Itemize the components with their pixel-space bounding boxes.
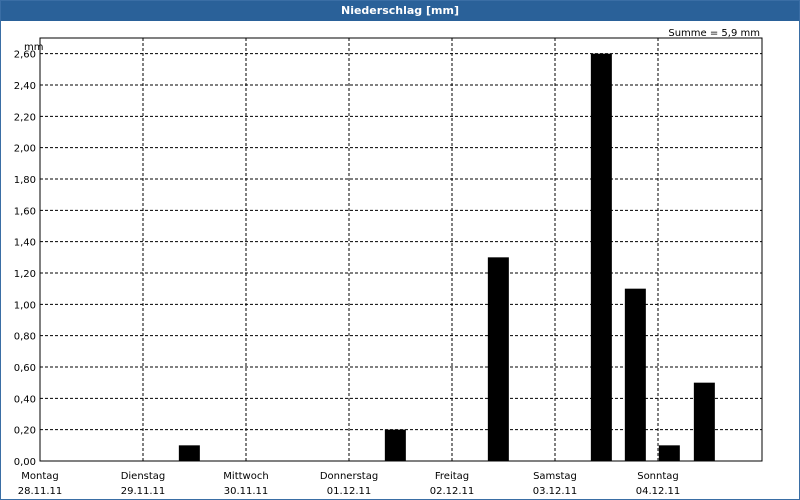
- y-tick-label: 1,60: [14, 206, 36, 217]
- y-tick-label: 1,00: [14, 300, 36, 311]
- bar: [178, 445, 200, 461]
- x-tick-day: Samstag: [533, 471, 577, 482]
- bar: [693, 382, 715, 461]
- y-tick-label: 0,00: [14, 457, 36, 468]
- x-tick-date: 04.12.11: [636, 486, 681, 497]
- bar: [384, 429, 406, 461]
- bar: [624, 288, 646, 461]
- x-tick-day: Donnerstag: [320, 471, 378, 482]
- x-tick-date: 02.12.11: [430, 486, 475, 497]
- plot-area: [39, 37, 763, 462]
- x-axis: Montag 28.11.11 Dienstag 29.11.11 Mittwoch 30…: [18, 471, 681, 497]
- y-tick-label: 2,20: [14, 112, 36, 123]
- x-tick-date: 01.12.11: [327, 486, 372, 497]
- bar: [590, 53, 612, 462]
- x-tick-day: Sonntag: [637, 471, 679, 482]
- y-tick-label: 1,20: [14, 269, 36, 280]
- y-tick-label: 2,40: [14, 81, 36, 92]
- x-tick-day: Mittwoch: [223, 471, 268, 482]
- x-tick-day: Montag: [21, 471, 58, 482]
- y-tick-label: 0,40: [14, 394, 36, 405]
- x-tick-date: 03.12.11: [533, 486, 578, 497]
- x-tick-date: 28.11.11: [18, 486, 63, 497]
- y-tick-label: 2,00: [14, 144, 36, 155]
- sum-label: Summe = 5,9 mm: [668, 28, 760, 39]
- y-tick-label: 0,80: [14, 332, 36, 343]
- bars: [178, 53, 715, 462]
- bar: [487, 257, 509, 461]
- x-tick-date: 29.11.11: [121, 486, 166, 497]
- y-tick-label: 0,60: [14, 363, 36, 374]
- bar: [658, 445, 680, 461]
- y-axis: 0,00 0,20 0,40 0,60 0,80 1,00 1,20 1,40 1,60 1,80…: [14, 50, 36, 468]
- x-tick-date: 30.11.11: [224, 486, 269, 497]
- x-tick-day: Dienstag: [121, 471, 166, 482]
- y-axis-label: mm: [24, 42, 43, 53]
- y-tick-label: 0,20: [14, 426, 36, 437]
- y-tick-label: 1,80: [14, 175, 36, 186]
- grid: [40, 38, 762, 461]
- x-tick-day: Freitag: [435, 471, 469, 482]
- y-tick-label: 1,40: [14, 238, 36, 249]
- precipitation-chart: 0,00 0,20 0,40 0,60 0,80 1,00 1,20 1,40 1,60 1,80…: [14, 28, 763, 497]
